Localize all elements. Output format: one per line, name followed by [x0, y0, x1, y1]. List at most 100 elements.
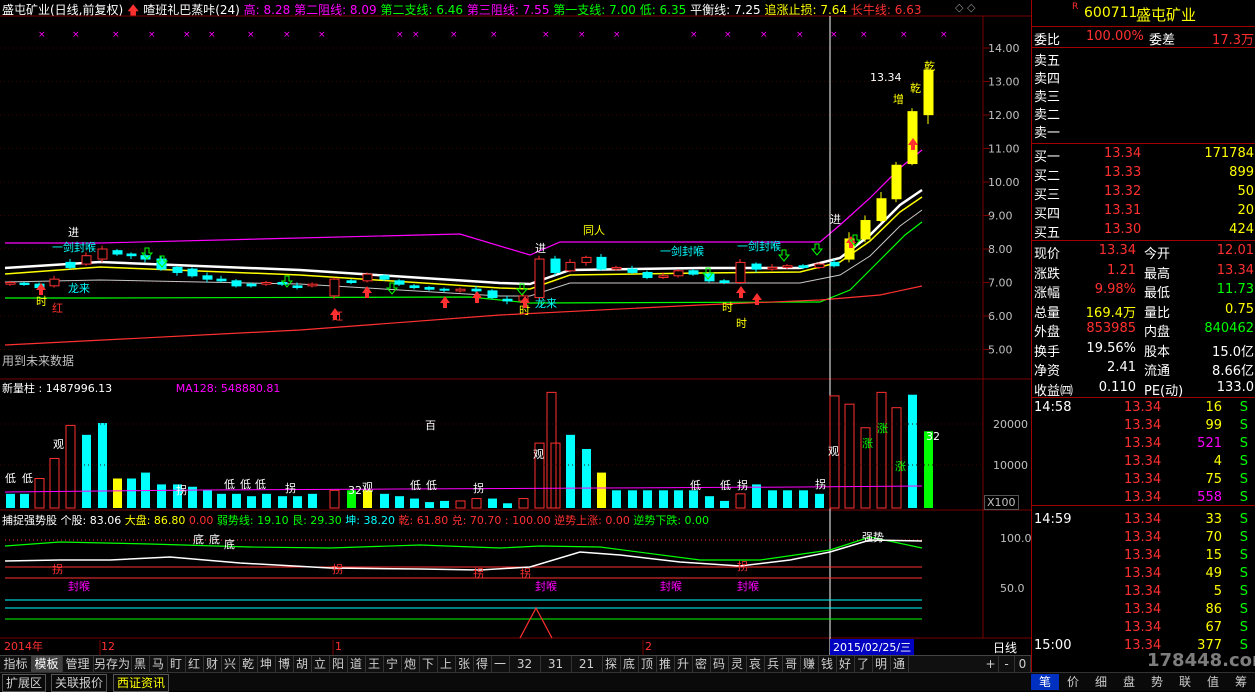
kline-chart[interactable]: 14.0013.0012.0011.0010.009.008.007.006.0…	[0, 0, 1031, 655]
template-tab[interactable]: 通	[890, 656, 909, 673]
template-tab[interactable]: 红	[185, 656, 204, 673]
template-tab[interactable]: 另存为	[93, 656, 132, 673]
volume-tick: 10000	[993, 459, 1028, 472]
template-tab[interactable]: 指标	[0, 656, 32, 673]
svg-text:×: ×	[38, 30, 46, 40]
template-tab[interactable]: 31	[540, 656, 572, 673]
zoom-button[interactable]: +	[983, 656, 999, 673]
template-tab[interactable]: 一	[491, 656, 510, 673]
sell-row: 卖三	[1034, 90, 1061, 105]
svg-text:×: ×	[578, 30, 586, 40]
chart-annotations: 13.34 乾 乾 增 进 进 进 一剑封喉 一剑封喉 一剑封喉 龙来 龙来 同…	[36, 60, 935, 330]
template-tab[interactable]: 码	[710, 656, 729, 673]
template-tab[interactable]: 升	[674, 656, 693, 673]
template-tab[interactable]: 博	[275, 656, 294, 673]
qiangshi-label: 强势	[862, 531, 884, 544]
stat-row: 涨跌 1.21 最高 13.34	[1034, 262, 1254, 282]
buy-row: 买二 13.33 899	[1034, 165, 1254, 184]
price-tick: 11.00	[988, 143, 1020, 156]
volume-header: 新量柱 : 1487996.13 MA128: 548880.81	[2, 380, 280, 396]
template-tab[interactable]: 财	[203, 656, 222, 673]
template-tab[interactable]: 得	[473, 656, 492, 673]
svg-text:×: ×	[112, 30, 120, 40]
tick-row: 13.34 5 S	[1124, 584, 1248, 599]
indicator-values: 个股: 83.06 大盘: 86.80 0.00 弱势线: 19.10 艮: 2…	[61, 514, 710, 527]
time-label-12: 12	[101, 640, 115, 653]
guan-label-3: 观	[533, 448, 544, 461]
stat-row: 涨幅 9.98% 最低 11.73	[1034, 282, 1254, 301]
template-tab[interactable]: 下	[419, 656, 438, 673]
high-price-label: 13.34	[870, 71, 902, 84]
template-tab[interactable]: 顶	[638, 656, 657, 673]
template-tab[interactable]: 了	[854, 656, 873, 673]
template-tab[interactable]: 推	[656, 656, 675, 673]
indicator-name[interactable]: 喳班礼巴蒸咔(24)	[143, 3, 240, 17]
guai-label-3: 拐	[473, 481, 484, 495]
scroll-marker[interactable]	[1032, 505, 1255, 506]
future-data-note: 用到未来数据	[2, 354, 75, 368]
template-tab[interactable]: 黑	[131, 656, 150, 673]
template-tab[interactable]: 盯	[167, 656, 186, 673]
buy-row: 买一 13.34 171784	[1034, 146, 1254, 165]
template-tab[interactable]: 立	[311, 656, 330, 673]
template-tab[interactable]: 21	[571, 656, 603, 673]
fenghou-label-4: 封喉	[737, 579, 759, 593]
stat-row: 外盘 853985 内盘 840462	[1034, 321, 1254, 340]
quote-tab[interactable]: 笔	[1031, 674, 1059, 690]
template-tab[interactable]: 炮	[401, 656, 420, 673]
zhang-label-2: 涨	[877, 422, 888, 435]
quote-tab[interactable]: 势	[1143, 674, 1171, 690]
template-tab[interactable]: 32	[509, 656, 541, 673]
qian-label: 乾	[924, 60, 935, 73]
template-tab-bar: 指标 模板 管理 另存为黑马盯红财兴乾坤博胡立阳道王宁炮下上张得一 32 31 21 探底顶推…	[0, 655, 1031, 673]
template-tab[interactable]: 道	[347, 656, 366, 673]
quote-tab[interactable]: 盘	[1115, 674, 1143, 690]
period-label[interactable]: 日线	[993, 639, 1017, 656]
template-tab[interactable]: 哀	[746, 656, 765, 673]
template-tab[interactable]: 管理	[62, 656, 94, 673]
n32-label-2: 32	[926, 430, 940, 443]
sell-row: 卖二	[1034, 108, 1061, 123]
template-tab[interactable]: 张	[455, 656, 474, 673]
zoom-button[interactable]: 0	[1015, 656, 1031, 673]
time-label-2: 2	[645, 640, 652, 653]
template-tab[interactable]: 哥	[782, 656, 801, 673]
template-tab[interactable]: 灵	[728, 656, 747, 673]
template-tab[interactable]: 明	[872, 656, 891, 673]
template-tab[interactable]: 兵	[764, 656, 783, 673]
indicator-tick: 50.0	[1000, 582, 1025, 595]
status-tab[interactable]: 关联报价	[51, 674, 108, 692]
yijian-label-2: 一剑封喉	[660, 244, 704, 258]
price-tick: 13.00	[988, 76, 1020, 89]
template-tab[interactable]: 宁	[383, 656, 402, 673]
quote-tab[interactable]: 细	[1087, 674, 1115, 690]
quote-tab[interactable]: 联	[1171, 674, 1199, 690]
quote-tab[interactable]: 价	[1059, 674, 1087, 690]
template-tab[interactable]: 胡	[293, 656, 312, 673]
guai-ind-label-1: 拐	[52, 562, 63, 576]
quote-tab[interactable]: 筹	[1227, 674, 1255, 690]
template-tab[interactable]: 赚	[800, 656, 819, 673]
template-tab[interactable]: 钱	[818, 656, 837, 673]
status-tab[interactable]: 扩展区	[2, 674, 47, 692]
indicator-header: 捕捉强势股 个股: 83.06 大盘: 86.80 0.00 弱势线: 19.1…	[2, 512, 709, 528]
template-tab[interactable]: 兴	[221, 656, 240, 673]
template-tab[interactable]: 上	[437, 656, 456, 673]
template-tab[interactable]: 阳	[329, 656, 348, 673]
template-tab[interactable]: 王	[365, 656, 384, 673]
template-tab[interactable]: 模板	[31, 656, 63, 673]
di-label-2: 低	[22, 472, 33, 485]
indicator-value: 逆势上涨: 0.00	[550, 514, 630, 527]
time-label-1: 1	[335, 640, 342, 653]
template-tab[interactable]: 乾	[239, 656, 258, 673]
template-tab[interactable]: 好	[836, 656, 855, 673]
template-tab[interactable]: 探	[602, 656, 621, 673]
template-tab[interactable]: 密	[692, 656, 711, 673]
quote-tab[interactable]: 值	[1199, 674, 1227, 690]
status-tab[interactable]: 西证资讯	[113, 674, 170, 692]
zoom-button[interactable]: -	[999, 656, 1015, 673]
template-tab[interactable]: 底	[620, 656, 639, 673]
template-tab[interactable]: 坤	[257, 656, 276, 673]
window-controls[interactable]: ◇ ◇	[955, 1, 975, 14]
template-tab[interactable]: 马	[149, 656, 168, 673]
